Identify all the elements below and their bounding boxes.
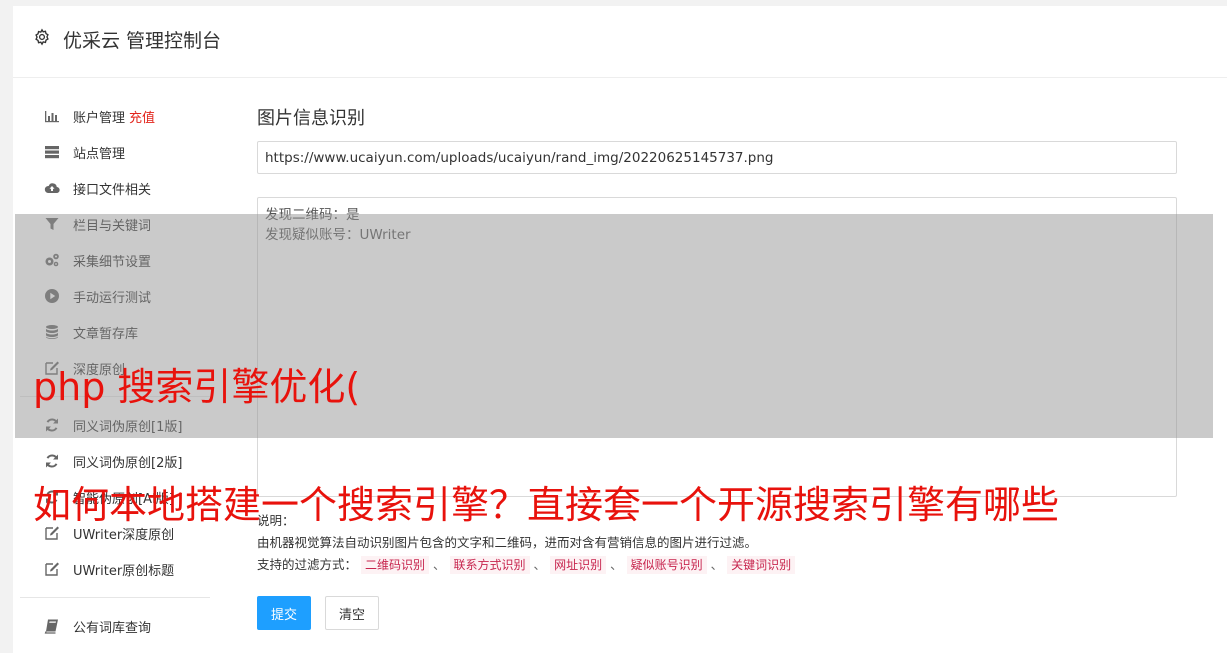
filter-methods: 支持的过滤方式： 二维码识别、联系方式识别、网址识别、疑似账号识别、关键词识别 (257, 554, 796, 576)
filter-tag-keyword: 关键词识别 (727, 556, 796, 574)
server-icon (43, 144, 61, 160)
filter-tag-account: 疑似账号识别 (626, 556, 707, 574)
sidebar-divider (20, 597, 210, 598)
recharge-link[interactable]: 充值 (129, 107, 155, 126)
refresh-icon (43, 453, 61, 469)
filter-tag-contact: 联系方式识别 (449, 556, 530, 574)
desc-text: 由机器视觉算法自动识别图片包含的文字和二维码，进而对含有营销信息的图片进行过滤。 (257, 535, 758, 550)
sidebar-item-label: UWriter原创标题 (73, 563, 175, 579)
bar-chart-icon (43, 108, 61, 124)
sidebar-item-sites[interactable]: 站点管理 (43, 141, 125, 163)
book-icon (43, 618, 61, 634)
gear-icon (33, 28, 51, 46)
page-header: 优采云 管理控制台 (13, 6, 1227, 78)
edit-icon (43, 561, 61, 577)
overlay-subheadline: 如何本地搭建一个搜索引擎？直接套一个开源搜索引擎有哪些 (33, 483, 1060, 527)
filter-separator: 、 (710, 557, 724, 572)
filter-separator: 、 (433, 557, 446, 572)
sidebar-item-label: 接口文件相关 (73, 182, 152, 198)
sidebar-item-label: 账户管理 (73, 110, 126, 126)
sidebar-item-interface-files[interactable]: 接口文件相关 (43, 177, 151, 199)
section-title: 图片信息识别 (257, 108, 365, 129)
sidebar-item-uwriter-title[interactable]: UWriter原创标题 (43, 558, 174, 580)
overlay-headline: php 搜索引擎优化( (33, 365, 361, 409)
filter-tag-qrcode: 二维码识别 (361, 556, 430, 574)
sidebar-item-account[interactable]: 账户管理 充值 (43, 105, 155, 127)
image-url-input[interactable] (257, 141, 1177, 174)
clear-button[interactable]: 清空 (325, 596, 379, 630)
sidebar-item-label: 站点管理 (73, 146, 126, 162)
submit-button[interactable]: 提交 (257, 596, 311, 630)
sidebar-item-public-lexicon[interactable]: 公有词库查询 (43, 615, 151, 637)
filter-separator: 、 (610, 557, 623, 572)
sidebar-item-label: 同义词伪原创[2版] (73, 455, 183, 471)
sidebar-item-synonym-v2[interactable]: 同义词伪原创[2版] (43, 450, 182, 472)
filter-tag-url: 网址识别 (550, 556, 607, 574)
filter-label: 支持的过滤方式： (257, 557, 358, 572)
cloud-upload-icon (43, 180, 61, 196)
sidebar-item-label: 公有词库查询 (73, 620, 152, 636)
page-title: 优采云 管理控制台 (63, 30, 222, 52)
filter-separator: 、 (533, 557, 547, 572)
